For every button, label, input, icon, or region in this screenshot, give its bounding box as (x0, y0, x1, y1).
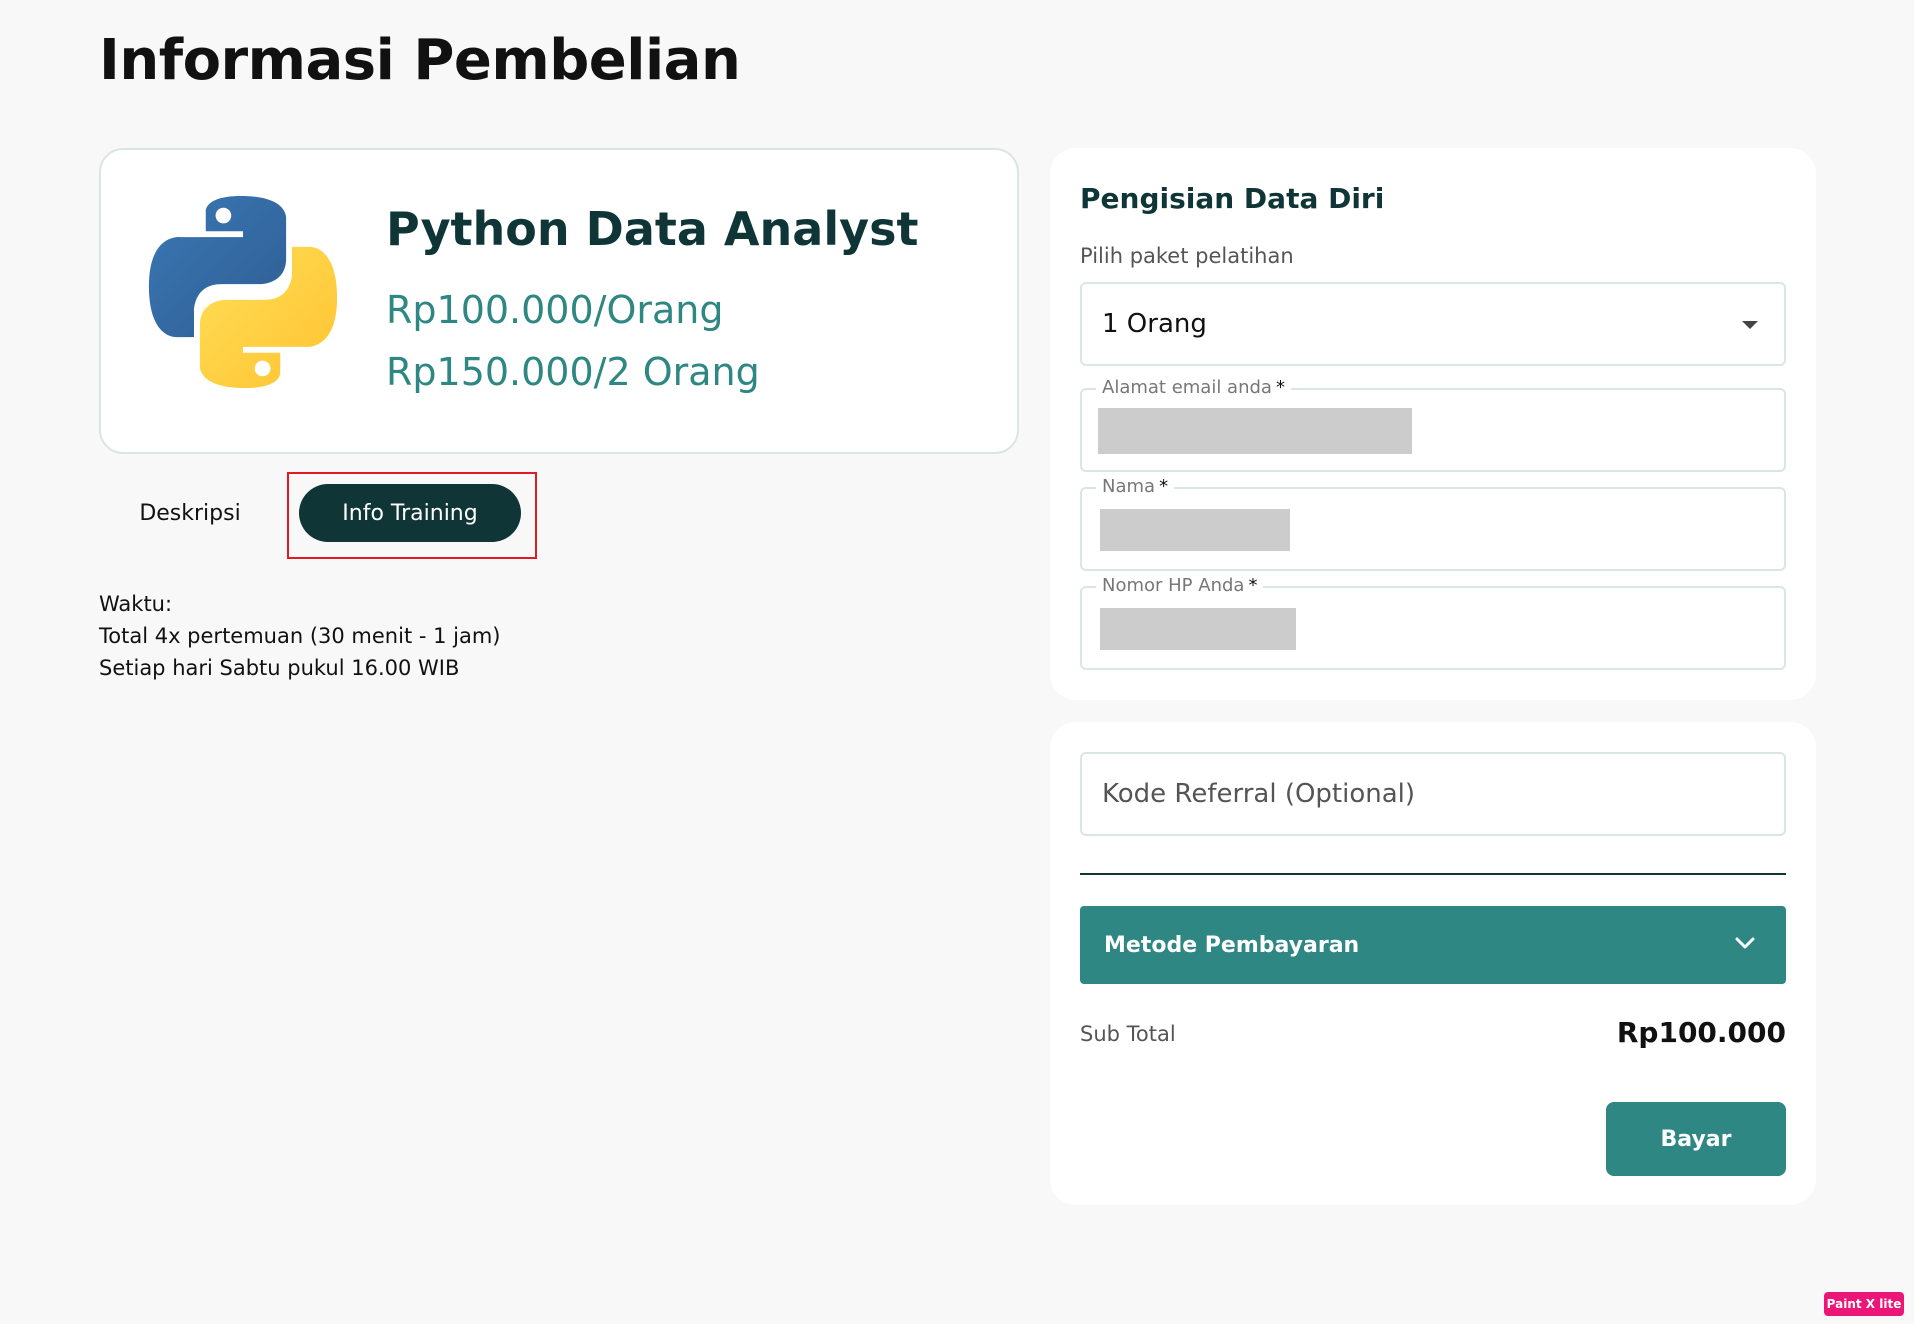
email-field-label: Alamat email anda * (1096, 377, 1291, 398)
price-single: Rp100.000/Orang (386, 288, 724, 332)
pay-button[interactable]: Bayar (1606, 1102, 1786, 1176)
product-card: Python Data Analyst Rp100.000/Orang Rp15… (99, 148, 1019, 454)
name-field[interactable]: Nama * (1080, 476, 1786, 571)
product-name: Python Data Analyst (386, 202, 919, 256)
training-info-line: Waktu: (99, 592, 173, 616)
package-select-label: Pilih paket pelatihan (1080, 244, 1294, 268)
training-info-line: Total 4x pertemuan (30 menit - 1 jam) (99, 624, 501, 648)
divider (1080, 873, 1786, 875)
phone-field[interactable]: Nomor HP Anda * (1080, 575, 1786, 670)
personal-data-panel: Pengisian Data Diri Pilih paket pelatiha… (1050, 148, 1816, 700)
python-logo-icon (148, 195, 338, 389)
name-field-label: Nama * (1096, 476, 1175, 497)
watermark-badge: Paint X lite (1824, 1292, 1904, 1316)
redacted-value (1098, 408, 1412, 454)
chevron-down-icon (1735, 937, 1755, 949)
payment-panel: Kode Referral (Optional) Metode Pembayar… (1050, 722, 1816, 1205)
package-select[interactable]: 1 Orang (1080, 282, 1786, 366)
subtotal-value: Rp100.000 (1616, 1016, 1786, 1049)
highlight-box (287, 472, 537, 559)
tab-deskripsi[interactable]: Deskripsi (110, 484, 270, 542)
price-pair: Rp150.000/2 Orang (386, 350, 760, 394)
training-info: Waktu: Total 4x pertemuan (30 menit - 1 … (99, 588, 501, 684)
redacted-value (1100, 608, 1296, 650)
personal-data-title: Pengisian Data Diri (1080, 182, 1385, 215)
caret-down-icon (1742, 321, 1758, 329)
training-info-line: Setiap hari Sabtu pukul 16.00 WIB (99, 656, 460, 680)
package-select-value: 1 Orang (1102, 309, 1207, 339)
payment-method-dropdown[interactable]: Metode Pembayaran (1080, 906, 1786, 984)
redacted-value (1100, 509, 1290, 551)
subtotal-label: Sub Total (1080, 1022, 1176, 1046)
phone-field-label: Nomor HP Anda * (1096, 575, 1264, 596)
payment-method-label: Metode Pembayaran (1104, 932, 1360, 958)
referral-code-input[interactable]: Kode Referral (Optional) (1080, 752, 1786, 836)
page-title: Informasi Pembelian (99, 28, 741, 93)
email-field[interactable]: Alamat email anda * (1080, 377, 1786, 472)
